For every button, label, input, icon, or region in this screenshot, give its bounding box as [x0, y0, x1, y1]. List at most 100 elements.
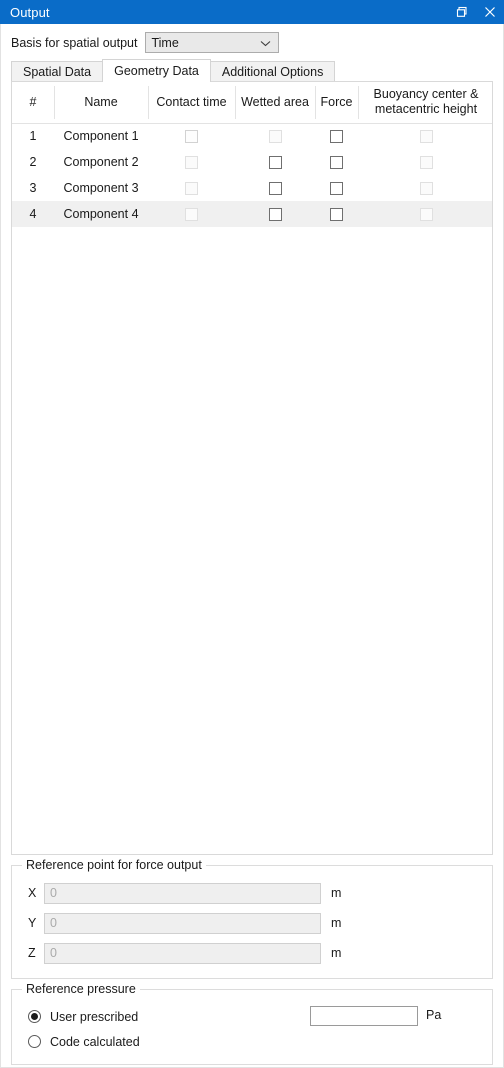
reference-point-y-label: Y — [28, 916, 37, 930]
basis-row: Basis for spatial output Time — [1, 24, 503, 59]
geometry-data-panel: # Name Contact time Wetted area Force Bu… — [11, 81, 493, 855]
checkbox-buoyancy — [419, 208, 433, 222]
reference-point-x-input[interactable]: 0 — [44, 882, 321, 904]
restore-window-icon[interactable] — [448, 0, 476, 24]
close-icon[interactable] — [476, 0, 504, 24]
column-header-buoyancy-line2: metacentric height — [374, 102, 478, 117]
checkbox-contact-time — [185, 182, 198, 196]
reference-point-z-input[interactable]: 0 — [44, 942, 321, 964]
cell-component-name: Component 4 — [54, 201, 148, 227]
reference-point-group: Reference point for force output X 0 m Y… — [11, 858, 493, 979]
basis-label: Basis for spatial output — [11, 35, 138, 50]
reference-pressure-unit: Pa — [426, 1008, 442, 1022]
column-header-number[interactable]: # — [12, 82, 54, 124]
reference-point-x-label: X — [28, 886, 37, 900]
basis-select-value: Time — [151, 35, 179, 50]
cell-checkbox-contact-time — [148, 201, 235, 227]
cell-checkbox-buoyancy — [358, 201, 492, 227]
cell-checkbox-force — [315, 149, 358, 175]
cell-checkbox-wetted-area — [235, 175, 315, 201]
checkbox-wetted-area[interactable] — [268, 208, 282, 222]
tab-additional-options-label: Additional Options — [221, 64, 324, 79]
column-header-name[interactable]: Name — [54, 82, 148, 124]
reference-point-y-input[interactable]: 0 — [44, 912, 321, 934]
reference-pressure-input[interactable] — [310, 1006, 418, 1026]
components-table: # Name Contact time Wetted area Force Bu… — [12, 82, 492, 227]
reference-pressure-group-title: Reference pressure — [22, 982, 140, 996]
cell-checkbox-force — [315, 175, 358, 201]
cell-checkbox-contact-time — [148, 149, 235, 175]
cell-checkbox-force — [315, 123, 358, 149]
column-header-contact-time[interactable]: Contact time — [148, 82, 235, 124]
cell-component-name: Component 2 — [63, 155, 139, 169]
reference-point-z-value: 0 — [50, 946, 57, 960]
cell-component-name: Component 1 — [63, 129, 139, 144]
column-header-buoyancy-line1: Buoyancy center & — [373, 87, 479, 101]
tab-geometry-data-label: Geometry Data — [114, 64, 199, 78]
cell-row-number: 4 — [12, 201, 54, 227]
checkbox-force[interactable] — [330, 130, 343, 144]
output-window: Output Basis for spatial output Time Spa… — [0, 0, 504, 1068]
cell-row-number: 1 — [29, 129, 37, 144]
column-header-wetted-area[interactable]: Wetted area — [235, 82, 315, 124]
column-header-force[interactable]: Force — [315, 82, 358, 124]
table-row[interactable]: 1 Component 1 — [12, 123, 492, 149]
checkbox-contact-time — [185, 130, 198, 144]
table-row[interactable]: 3 Component 3 — [12, 175, 492, 201]
table-header-row: # Name Contact time Wetted area Force Bu… — [12, 82, 492, 124]
reference-point-y-value: 0 — [50, 916, 57, 930]
cell-checkbox-contact-time — [148, 175, 235, 201]
cell-checkbox-force — [315, 201, 358, 227]
table-row[interactable]: 4 Component 4 — [12, 201, 492, 227]
tab-geometry-data[interactable]: Geometry Data — [102, 59, 211, 82]
title-bar[interactable]: Output — [0, 0, 504, 24]
reference-point-x-unit: m — [331, 886, 342, 900]
checkbox-buoyancy — [419, 182, 433, 196]
cell-checkbox-contact-time — [148, 123, 235, 149]
reference-point-y-row: Y 0 m — [22, 910, 482, 936]
checkbox-force[interactable] — [330, 182, 343, 196]
window-title: Output — [10, 4, 50, 20]
tab-spatial-data-label: Spatial Data — [23, 64, 92, 79]
radio-code-calculated-indicator[interactable] — [28, 1035, 41, 1048]
reference-pressure-group: Reference pressure User prescribed Code … — [11, 982, 493, 1065]
column-header-buoyancy[interactable]: Buoyancy center & metacentric height — [358, 82, 492, 124]
tab-spatial-data[interactable]: Spatial Data — [11, 61, 104, 81]
tab-additional-options[interactable]: Additional Options — [209, 61, 336, 81]
reference-point-y-unit: m — [331, 916, 342, 930]
reference-point-x-row: X 0 m — [22, 880, 482, 906]
cell-component-name: Component 3 — [63, 181, 139, 195]
cell-row-number: 3 — [29, 181, 37, 195]
checkbox-wetted-area[interactable] — [268, 156, 282, 170]
checkbox-contact-time — [185, 208, 198, 222]
radio-user-prescribed-label: User prescribed — [50, 1009, 139, 1024]
checkbox-wetted-area[interactable] — [268, 182, 282, 196]
chevron-down-icon — [260, 36, 271, 50]
checkbox-force[interactable] — [330, 208, 343, 222]
cell-checkbox-wetted-area — [235, 201, 315, 227]
reference-point-z-row: Z 0 m — [22, 940, 482, 966]
radio-user-prescribed-indicator[interactable] — [28, 1010, 41, 1023]
checkbox-contact-time — [185, 156, 198, 170]
reference-pressure-options: User prescribed Code calculated Pa — [22, 1004, 482, 1054]
table-row[interactable]: 2 Component 2 — [12, 149, 492, 175]
checkbox-buoyancy — [419, 130, 433, 144]
cell-checkbox-wetted-area — [235, 123, 315, 149]
tab-strip: Spatial Data Geometry Data Additional Op… — [11, 59, 493, 82]
basis-for-spatial-output-select[interactable]: Time — [145, 32, 280, 53]
radio-code-calculated-label: Code calculated — [50, 1034, 140, 1049]
checkbox-force[interactable] — [330, 156, 343, 170]
checkbox-buoyancy — [419, 156, 433, 170]
radio-code-calculated[interactable]: Code calculated — [22, 1029, 482, 1054]
cell-checkbox-buoyancy — [358, 123, 492, 149]
cell-checkbox-wetted-area — [235, 149, 315, 175]
components-table-body: 1 Component 1 2 Component 2 3 Component 3 4 Com… — [12, 123, 492, 227]
checkbox-wetted-area — [268, 130, 282, 144]
reference-point-group-title: Reference point for force output — [22, 858, 206, 872]
cell-checkbox-buoyancy — [358, 149, 492, 175]
reference-point-z-unit: m — [331, 946, 342, 960]
cell-row-number: 2 — [29, 155, 37, 169]
window-body: Basis for spatial output Time Spatial Da… — [0, 24, 504, 1068]
reference-point-x-value: 0 — [50, 886, 57, 900]
reference-point-z-label: Z — [28, 946, 36, 960]
